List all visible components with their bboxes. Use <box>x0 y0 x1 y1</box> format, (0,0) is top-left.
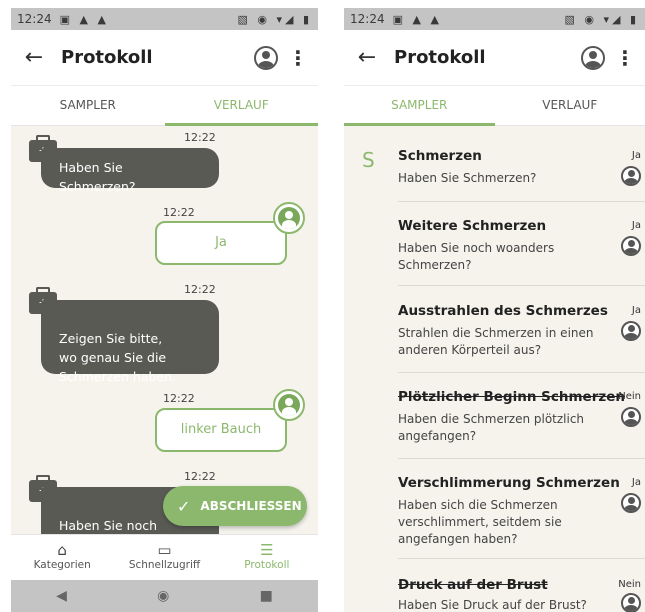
item-question: Haben sich die Schmerzen verschlimmert, … <box>398 498 562 546</box>
section-letter: S <box>362 148 375 172</box>
item-title: Ausstrahlen des Schmerzes <box>398 303 608 319</box>
user-avatar-icon <box>273 389 305 421</box>
item-question: Strahlen die Schmerzen in einen anderen … <box>398 326 594 357</box>
message-time: 12:22 <box>184 470 216 483</box>
nav-label: Protokoll <box>244 559 290 571</box>
user-avatar-icon <box>621 407 641 427</box>
abschliessen-button[interactable]: ✓ ABSCHLIESSEN <box>163 486 307 526</box>
item-answer: Nein <box>618 579 641 590</box>
status-bar: 12:24 ▣ ▲ ▲ ▧ ◉ ▾◢ ▮ <box>11 8 318 30</box>
item-answer: Ja <box>631 150 641 161</box>
status-bar: 12:24 ▣ ▲ ▲ ▧ ◉ ▾◢ ▮ <box>344 8 645 30</box>
chat-icon: ▭ <box>157 541 172 559</box>
system-status-icons: ▧ ◉ ▾◢ ▮ <box>237 12 312 26</box>
tab-bar: SAMPLER VERLAUF <box>344 86 645 126</box>
message-time: 12:22 <box>163 206 195 219</box>
protocol-item[interactable]: Verschlimmerung Schmerzen Haben sich die… <box>398 475 645 559</box>
message-time: 12:22 <box>184 283 216 296</box>
user-message: linker Bauch <box>155 408 287 452</box>
item-title: Verschlimmerung Schmerzen <box>398 475 620 491</box>
tab-bar: SAMPLER VERLAUF <box>11 86 318 126</box>
account-icon[interactable] <box>581 45 605 70</box>
item-answer: Ja <box>631 305 641 316</box>
app-bar: ← Protokoll ⋮ <box>11 30 318 86</box>
status-time: 12:24 <box>17 12 52 26</box>
protocol-item[interactable]: Schmerzen Haben Sie Schmerzen? Ja <box>398 148 645 202</box>
item-question: Haben die Schmerzen plötzlich angefangen… <box>398 412 585 443</box>
tab-verlauf[interactable]: VERLAUF <box>164 86 319 126</box>
item-question: Haben Sie Druck auf der Brust? <box>398 598 587 612</box>
back-arrow-icon[interactable]: ← <box>11 45 57 70</box>
item-question: Haben Sie noch woanders Schmerzen? <box>398 241 555 272</box>
phone-sampler: 12:24 ▣ ▲ ▲ ▧ ◉ ▾◢ ▮ ← Protokoll ⋮ SAMPL… <box>344 8 645 612</box>
item-answer: Nein <box>618 391 641 402</box>
system-recents-icon[interactable]: ■ <box>260 588 273 604</box>
protocol-item[interactable]: Druck auf der Brust Haben Sie Druck auf … <box>398 577 645 612</box>
account-icon[interactable] <box>254 45 278 70</box>
page-title: Protokoll <box>61 47 153 68</box>
item-question: Haben Sie Schmerzen? <box>398 171 537 185</box>
system-home-icon[interactable]: ◉ <box>157 588 169 604</box>
notification-icons: ▣ ▲ ▲ <box>392 12 442 26</box>
status-time: 12:24 <box>350 12 385 26</box>
home-icon: ⌂ <box>57 541 67 559</box>
protocol-list[interactable]: S Schmerzen Haben Sie Schmerzen? Ja Weit… <box>344 126 645 612</box>
message-text: linker Bauch <box>180 422 262 437</box>
item-title: Druck auf der Brust <box>398 577 548 593</box>
more-vert-icon[interactable]: ⋮ <box>278 46 318 70</box>
user-avatar-icon <box>621 321 641 341</box>
system-message: Haben Sie Schmerzen? <box>41 148 219 194</box>
item-answer: Ja <box>631 220 641 231</box>
message-time: 12:22 <box>163 392 195 405</box>
message-text: Zeigen Sie bitte, wo genau Sie die Schme… <box>59 331 176 384</box>
list-check-icon: ☰ <box>260 541 274 559</box>
tab-verlauf[interactable]: VERLAUF <box>495 86 645 125</box>
item-title: Weitere Schmerzen <box>398 218 547 234</box>
protocol-item[interactable]: Weitere Schmerzen Haben Sie noch woander… <box>398 218 645 286</box>
abschliessen-label: ABSCHLIESSEN <box>200 499 302 513</box>
nav-schnellzugriff[interactable]: ▭ Schnellzugriff <box>113 535 215 580</box>
more-vert-icon[interactable]: ⋮ <box>605 46 645 70</box>
user-avatar-icon <box>621 236 641 256</box>
app-bar: ← Protokoll ⋮ <box>344 30 645 86</box>
user-avatar-icon <box>621 493 641 513</box>
user-avatar-icon <box>273 202 305 234</box>
item-title: Plötzlicher Beginn Schmerzen <box>398 389 625 405</box>
system-message: Zeigen Sie bitte, wo genau Sie die Schme… <box>41 300 219 384</box>
notification-icons: ▣ ▲ ▲ <box>59 12 109 26</box>
user-avatar-icon <box>621 593 641 612</box>
protocol-item[interactable]: Ausstrahlen des Schmerzes Strahlen die S… <box>398 303 645 373</box>
user-avatar-icon <box>621 166 641 186</box>
item-answer: Ja <box>631 477 641 488</box>
user-message: Ja <box>155 221 287 265</box>
bottom-navigation: ⌂ Kategorien ▭ Schnellzugriff ☰ Protokol… <box>11 534 318 580</box>
tab-sampler[interactable]: SAMPLER <box>344 86 495 126</box>
page-title: Protokoll <box>394 47 486 68</box>
nav-protokoll[interactable]: ☰ Protokoll <box>216 535 318 580</box>
message-time: 12:22 <box>184 131 216 144</box>
phone-verlauf: 12:24 ▣ ▲ ▲ ▧ ◉ ▾◢ ▮ ← Protokoll ⋮ SAMPL… <box>11 8 318 612</box>
system-status-icons: ▧ ◉ ▾◢ ▮ <box>564 12 639 26</box>
nav-label: Kategorien <box>33 559 91 571</box>
protocol-item[interactable]: Plötzlicher Beginn Schmerzen Haben die S… <box>398 389 645 459</box>
tab-sampler[interactable]: SAMPLER <box>11 86 165 125</box>
back-arrow-icon[interactable]: ← <box>344 45 390 70</box>
chat-history[interactable]: 12:22 + Haben Sie Schmerzen? 12:22 Ja 12… <box>11 126 318 541</box>
message-text: Ja <box>215 235 227 250</box>
nav-kategorien[interactable]: ⌂ Kategorien <box>11 535 113 580</box>
system-navigation-bar: ◀ ◉ ■ <box>11 580 318 612</box>
system-back-icon[interactable]: ◀ <box>56 588 67 604</box>
message-text: Haben Sie Schmerzen? <box>59 160 136 194</box>
check-icon: ✓ <box>177 496 191 516</box>
item-title: Schmerzen <box>398 148 482 164</box>
nav-label: Schnellzugriff <box>128 559 201 571</box>
